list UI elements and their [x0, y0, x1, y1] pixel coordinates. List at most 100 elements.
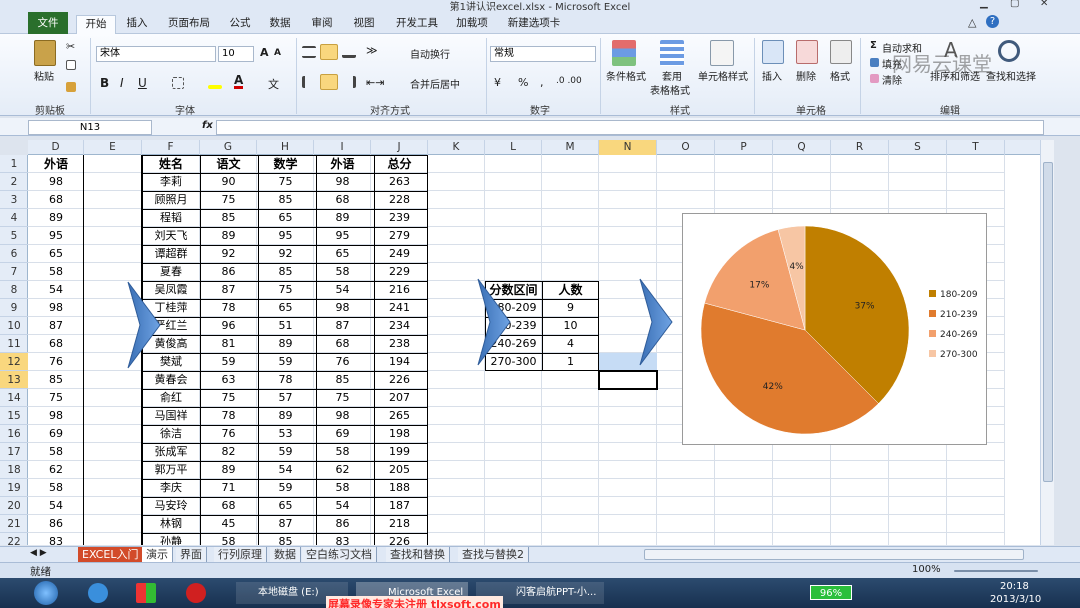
sheet-tab[interactable]: 空白练习文档: [302, 547, 377, 562]
data-cell[interactable]: 78: [200, 299, 257, 317]
data-cell[interactable]: 75: [200, 389, 257, 407]
header-cell[interactable]: 语文: [200, 155, 257, 173]
data-cell[interactable]: 68: [314, 335, 371, 353]
data-cell[interactable]: 98: [314, 407, 371, 425]
data-cell[interactable]: 82: [200, 443, 257, 461]
close-icon[interactable]: ✕: [1040, 0, 1048, 9]
data-cell[interactable]: 85: [257, 191, 314, 209]
data-cell[interactable]: 218: [371, 515, 428, 533]
data-cell[interactable]: 78: [200, 407, 257, 425]
row-header-18[interactable]: 18: [0, 461, 28, 479]
row-header-19[interactable]: 19: [0, 479, 28, 497]
row-header-10[interactable]: 10: [0, 317, 28, 335]
data-cell[interactable]: 249: [371, 245, 428, 263]
row-header-14[interactable]: 14: [0, 389, 28, 407]
merge-center-button[interactable]: 合并后居中: [410, 76, 460, 91]
cell-styles-icon[interactable]: [710, 40, 734, 66]
vertical-scrollbar[interactable]: [1040, 140, 1054, 545]
data-cell[interactable]: 54: [314, 281, 371, 299]
italic-button[interactable]: I: [120, 76, 124, 90]
minimize-icon[interactable]: ▁: [980, 0, 988, 9]
sheet-tab[interactable]: 界面: [176, 547, 207, 562]
header-cell[interactable]: 人数: [542, 281, 599, 299]
zoom-level[interactable]: 100%: [912, 564, 941, 575]
data-cell[interactable]: 58: [314, 443, 371, 461]
data-cell[interactable]: 83: [314, 533, 371, 545]
data-cell[interactable]: 69: [314, 425, 371, 443]
horizontal-scrollbar[interactable]: [644, 549, 1024, 560]
data-cell[interactable]: 76: [28, 353, 84, 371]
comma-icon[interactable]: ,: [540, 76, 544, 89]
data-cell[interactable]: 85: [257, 533, 314, 545]
data-cell[interactable]: 58: [314, 263, 371, 281]
row-header-5[interactable]: 5: [0, 227, 28, 245]
data-cell[interactable]: 65: [257, 299, 314, 317]
active-cell-n13[interactable]: [598, 370, 658, 390]
font-color-icon[interactable]: A: [234, 74, 244, 89]
data-cell[interactable]: 75: [200, 191, 257, 209]
data-cell[interactable]: 187: [371, 497, 428, 515]
clear-icon[interactable]: [870, 74, 879, 83]
vertical-scroll-thumb[interactable]: [1043, 162, 1053, 482]
paste-icon[interactable]: [34, 40, 56, 66]
data-cell[interactable]: 马国祥: [142, 407, 200, 425]
column-header-h[interactable]: H: [257, 140, 314, 155]
data-cell[interactable]: 65: [28, 245, 84, 263]
data-cell[interactable]: 夏春: [142, 263, 200, 281]
format-as-table-icon[interactable]: [660, 40, 684, 66]
data-cell[interactable]: 45: [200, 515, 257, 533]
paste-button[interactable]: 粘贴: [34, 68, 54, 83]
row-header-20[interactable]: 20: [0, 497, 28, 515]
data-cell[interactable]: 89: [200, 227, 257, 245]
data-cell[interactable]: 194: [371, 353, 428, 371]
header-cell[interactable]: 总分: [371, 155, 428, 173]
name-box[interactable]: N13: [28, 120, 152, 135]
data-cell[interactable]: 59: [257, 479, 314, 497]
data-cell[interactable]: 86: [314, 515, 371, 533]
data-cell[interactable]: 75: [257, 281, 314, 299]
row-header-8[interactable]: 8: [0, 281, 28, 299]
sheet-tab[interactable]: EXCEL入门: [78, 547, 144, 562]
find-select-button[interactable]: 查找和选择: [986, 68, 1036, 83]
find-icon[interactable]: [998, 40, 1020, 62]
data-cell[interactable]: 87: [28, 317, 84, 335]
data-cell[interactable]: 85: [28, 371, 84, 389]
data-cell[interactable]: 98: [314, 173, 371, 191]
data-cell[interactable]: 90: [200, 173, 257, 191]
data-cell[interactable]: 199: [371, 443, 428, 461]
zoom-slider[interactable]: [954, 570, 1038, 572]
sheet-tab[interactable]: 查找和替换: [386, 547, 450, 562]
data-cell[interactable]: 188: [371, 479, 428, 497]
data-cell[interactable]: 228: [371, 191, 428, 209]
help-icon[interactable]: ?: [986, 15, 999, 28]
column-header-k[interactable]: K: [428, 140, 485, 155]
column-header-q[interactable]: Q: [773, 140, 831, 155]
data-cell[interactable]: 96: [200, 317, 257, 335]
sheet-tab[interactable]: 行列原理: [214, 547, 267, 562]
cut-icon[interactable]: ✂: [66, 40, 75, 53]
data-cell[interactable]: 62: [314, 461, 371, 479]
delete-cells-button[interactable]: 删除: [796, 68, 816, 83]
column-header-e[interactable]: E: [84, 140, 142, 155]
format-painter-icon[interactable]: [66, 82, 76, 92]
header-cell[interactable]: 姓名: [142, 155, 200, 173]
data-cell[interactable]: 谭超群: [142, 245, 200, 263]
data-cell[interactable]: 205: [371, 461, 428, 479]
data-cell[interactable]: 张成军: [142, 443, 200, 461]
data-cell[interactable]: 87: [314, 317, 371, 335]
tab-new[interactable]: 新建选项卡: [502, 15, 566, 34]
row-header-6[interactable]: 6: [0, 245, 28, 263]
row-header-16[interactable]: 16: [0, 425, 28, 443]
tab-home[interactable]: 开始: [76, 15, 116, 34]
data-cell[interactable]: 10: [542, 317, 599, 335]
format-cells-button[interactable]: 格式: [830, 68, 850, 83]
row-header-4[interactable]: 4: [0, 209, 28, 227]
data-cell[interactable]: 263: [371, 173, 428, 191]
tab-view[interactable]: 视图: [348, 15, 380, 34]
conditional-format-button[interactable]: 条件格式: [606, 68, 646, 83]
data-cell[interactable]: 95: [314, 227, 371, 245]
data-cell[interactable]: 71: [200, 479, 257, 497]
collapse-ribbon-icon[interactable]: △: [968, 16, 976, 29]
align-middle-icon[interactable]: [320, 44, 338, 60]
column-header-s[interactable]: S: [889, 140, 947, 155]
